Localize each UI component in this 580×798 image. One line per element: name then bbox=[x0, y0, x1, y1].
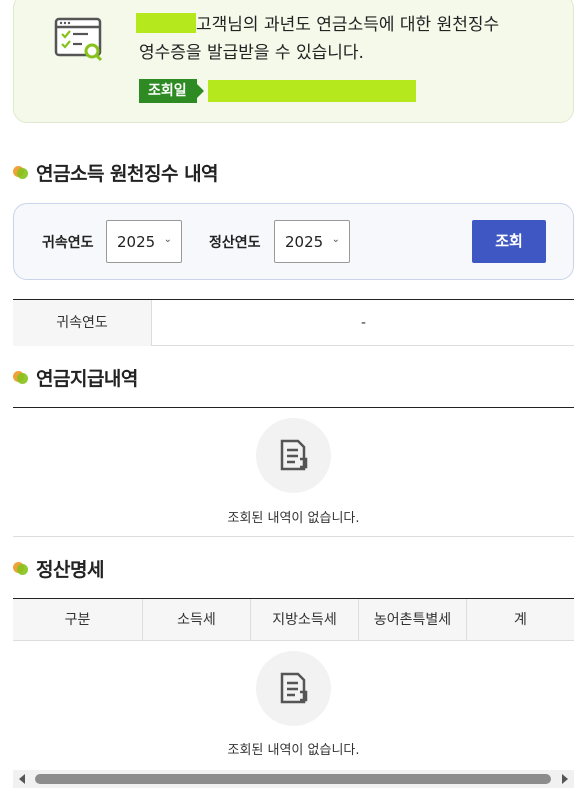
attribution-year-label: 귀속연도 bbox=[42, 235, 94, 251]
document-icon bbox=[280, 672, 308, 704]
notice-text-line2: 영수증을 발급받을 수 있습니다. bbox=[139, 43, 364, 63]
notice-text-line1: 고객님의 과년도 연금소득에 대한 원천징수 bbox=[136, 13, 499, 37]
bullet-icon bbox=[13, 370, 29, 384]
settlement-year-label: 정산연도 bbox=[209, 235, 261, 251]
document-icon bbox=[280, 439, 308, 471]
settlement-table-header: 구분 소득세 지방소득세 농어촌특별세 계 bbox=[13, 598, 574, 641]
column-header: 지방소득세 bbox=[251, 599, 359, 641]
bullet-icon bbox=[13, 561, 29, 575]
column-header: 계 bbox=[514, 612, 527, 628]
column-header: 구분 bbox=[13, 599, 143, 641]
attribution-year-value: 2025 bbox=[117, 233, 156, 251]
masked-customer-name bbox=[136, 13, 196, 33]
section-title-text: 연금지급내역 bbox=[36, 367, 138, 390]
scroll-right-icon[interactable] bbox=[562, 774, 568, 784]
empty-state-message: 조회된 내역이 없습니다. bbox=[227, 743, 360, 758]
masked-inquiry-date bbox=[208, 80, 416, 102]
settlement-year-value: 2025 bbox=[285, 233, 324, 251]
document-check-search-icon bbox=[54, 17, 103, 62]
chevron-down-icon: ⌄ bbox=[163, 234, 172, 245]
table-header-cell: 귀속연도 bbox=[13, 300, 152, 346]
inquiry-date-tag: 조회일 bbox=[139, 79, 204, 103]
notice-text: 고객님의 과년도 연금소득에 대한 원천징수 bbox=[196, 15, 500, 35]
search-panel: 귀속연도 2025 ⌄ 정산연도 2025 ⌄ 조회 bbox=[13, 203, 574, 280]
scrollbar-thumb[interactable] bbox=[35, 774, 551, 784]
scroll-left-icon[interactable] bbox=[19, 774, 25, 784]
attribution-year-select[interactable]: 2025 ⌄ bbox=[106, 220, 182, 263]
section-title-payment: 연금지급내역 bbox=[13, 364, 138, 390]
bullet-icon bbox=[13, 165, 29, 179]
section-title-text: 정산명세 bbox=[36, 558, 104, 581]
column-header: 소득세 bbox=[143, 599, 251, 641]
empty-state-icon-wrap bbox=[256, 651, 331, 726]
chevron-down-icon: ⌄ bbox=[331, 234, 340, 245]
search-button[interactable]: 조회 bbox=[472, 220, 546, 263]
section-title-text: 연금소득 원천징수 내역 bbox=[36, 162, 219, 185]
divider bbox=[13, 536, 574, 537]
attribution-year-table: 귀속연도 - bbox=[13, 299, 574, 346]
empty-state-message: 조회된 내역이 없습니다. bbox=[227, 511, 360, 526]
settlement-year-select[interactable]: 2025 ⌄ bbox=[274, 220, 350, 263]
empty-state-icon-wrap bbox=[256, 418, 331, 493]
table-value-cell: - bbox=[360, 315, 367, 331]
divider bbox=[13, 407, 574, 408]
section-title-settlement: 정산명세 bbox=[13, 555, 104, 581]
horizontal-scrollbar[interactable] bbox=[13, 770, 574, 788]
notice-box: 고객님의 과년도 연금소득에 대한 원천징수 영수증을 발급받을 수 있습니다.… bbox=[13, 0, 574, 123]
column-header: 농어촌특별세 bbox=[359, 599, 467, 641]
section-title-withholding: 연금소득 원천징수 내역 bbox=[13, 159, 219, 185]
